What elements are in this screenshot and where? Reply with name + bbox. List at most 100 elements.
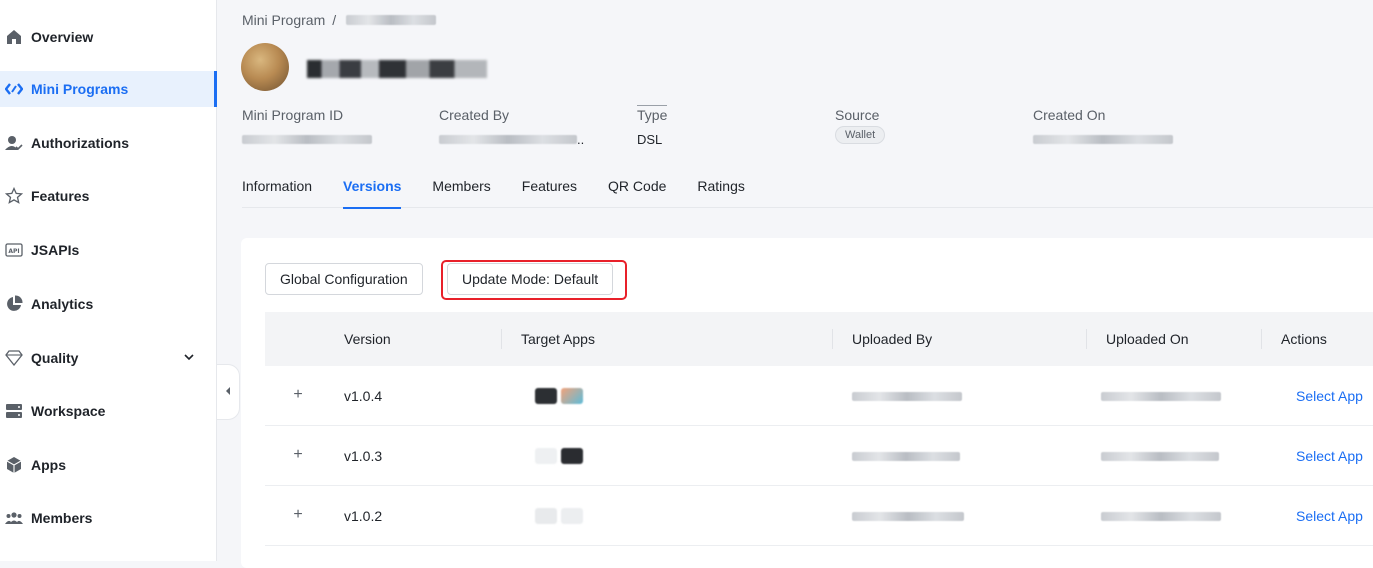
svg-text:API: API — [8, 248, 19, 255]
app-icon-redacted — [535, 388, 557, 404]
date-redacted — [1101, 391, 1221, 401]
tab-members[interactable]: Members — [432, 178, 490, 208]
target-apps-cell — [535, 426, 587, 486]
sidebar-item-jsapis[interactable]: API JSAPIs — [0, 232, 215, 268]
meta-source: Source Wallet — [835, 107, 886, 144]
meta-value: DSL — [637, 131, 663, 147]
sidebar-item-label: Workspace — [31, 403, 106, 419]
sidebar-item-label: Quality — [31, 350, 79, 366]
version-cell: v1.0.4 — [344, 388, 383, 404]
date-redacted — [1101, 451, 1219, 461]
sidebar-item-label: Authorizations — [31, 135, 129, 151]
app-name-redacted — [307, 60, 487, 78]
user-check-icon — [4, 133, 24, 153]
column-header-version: Version — [344, 331, 391, 347]
tab-information[interactable]: Information — [242, 178, 312, 208]
uploaded-on-cell — [1101, 426, 1219, 486]
app-icon-redacted — [535, 508, 557, 524]
meta-created-by: Created By .. — [439, 107, 584, 147]
meta-value-redacted — [242, 134, 372, 144]
sidebar-item-overview[interactable]: Overview — [0, 19, 215, 55]
select-app-link[interactable]: Select App — [1296, 426, 1363, 486]
meta-mini-program-id: Mini Program ID — [242, 107, 372, 147]
pie-chart-icon — [4, 294, 24, 314]
meta-value-ellipsis: .. — [577, 131, 585, 147]
meta-value-redacted — [1033, 134, 1173, 144]
global-configuration-button[interactable]: Global Configuration — [265, 263, 423, 295]
version-cell: v1.0.3 — [344, 448, 383, 464]
uploader-redacted — [852, 511, 964, 521]
expand-row-icon[interactable]: + — [291, 446, 305, 463]
expand-row-icon[interactable]: + — [291, 386, 305, 403]
date-redacted — [1101, 511, 1221, 521]
tab-ratings[interactable]: Ratings — [697, 178, 744, 208]
diamond-icon — [4, 348, 24, 368]
uploaded-by-cell — [852, 426, 960, 486]
sidebar-item-label: Features — [31, 188, 90, 204]
meta-type: Type DSL — [637, 105, 668, 147]
uploaded-on-cell — [1101, 366, 1221, 426]
app-icon-redacted — [561, 508, 583, 524]
column-header-target-apps: Target Apps — [501, 312, 595, 366]
breadcrumb: Mini Program / — [242, 12, 437, 28]
tab-bar: Information Versions Members Features QR… — [242, 178, 1373, 209]
tab-qr-code[interactable]: QR Code — [608, 178, 666, 208]
tab-features[interactable]: Features — [522, 178, 577, 208]
version-cell: v1.0.2 — [344, 508, 383, 524]
sidebar-item-quality[interactable]: Quality — [0, 340, 215, 376]
meta-label: Created On — [1033, 107, 1106, 123]
versions-table: Version Target Apps Uploaded By Uploaded… — [265, 312, 1373, 546]
app-icon-redacted — [561, 448, 583, 464]
target-apps-cell — [535, 366, 587, 426]
sidebar-item-apps[interactable]: Apps — [0, 447, 215, 483]
breadcrumb-root[interactable]: Mini Program — [242, 12, 325, 28]
table-row: + v1.0.3 Select App — [265, 426, 1373, 486]
sidebar-item-workspace[interactable]: Workspace — [0, 393, 215, 429]
code-icon — [4, 79, 24, 99]
column-header-uploaded-on: Uploaded On — [1086, 312, 1189, 366]
sidebar-item-authorizations[interactable]: Authorizations — [0, 125, 215, 161]
table-row: + v1.0.2 Select App — [265, 486, 1373, 546]
versions-card: Global Configuration Update Mode: Defaul… — [241, 238, 1373, 568]
cube-icon — [4, 455, 24, 475]
caret-left-icon — [224, 383, 232, 401]
source-tag: Wallet — [835, 126, 886, 144]
tab-versions[interactable]: Versions — [343, 178, 402, 209]
meta-value-redacted — [439, 134, 577, 144]
table-header: Version Target Apps Uploaded By Uploaded… — [265, 312, 1373, 366]
sidebar: Overview Mini Programs Authorizations Fe… — [0, 0, 217, 561]
column-header-actions: Actions — [1261, 312, 1327, 366]
server-icon — [4, 401, 24, 421]
select-app-link[interactable]: Select App — [1296, 486, 1363, 546]
sidebar-item-label: Apps — [31, 457, 66, 473]
column-header-uploaded-by: Uploaded By — [832, 312, 932, 366]
meta-label: Mini Program ID — [242, 107, 344, 123]
app-icon-redacted — [561, 388, 583, 404]
sidebar-item-label: Mini Programs — [31, 81, 129, 97]
sidebar-item-members[interactable]: Members — [0, 500, 215, 536]
highlight-box — [441, 260, 627, 300]
avatar — [241, 43, 289, 91]
sidebar-item-label: Overview — [31, 29, 94, 45]
sidebar-item-label: Analytics — [31, 296, 94, 312]
sidebar-item-label: JSAPIs — [31, 242, 80, 258]
app-icon-redacted — [535, 448, 557, 464]
sidebar-item-label: Members — [31, 510, 93, 526]
chevron-down-icon[interactable] — [183, 350, 195, 366]
meta-label: Source — [835, 107, 880, 123]
expand-row-icon[interactable]: + — [291, 506, 305, 523]
uploader-redacted — [852, 451, 960, 461]
sidebar-collapse-toggle[interactable] — [217, 364, 240, 420]
sidebar-item-analytics[interactable]: Analytics — [0, 286, 215, 322]
team-icon — [4, 508, 24, 528]
uploaded-on-cell — [1101, 486, 1221, 546]
meta-created-on: Created On — [1033, 107, 1173, 147]
select-app-link[interactable]: Select App — [1296, 366, 1363, 426]
star-icon — [4, 186, 24, 206]
uploaded-by-cell — [852, 366, 962, 426]
sidebar-item-features[interactable]: Features — [0, 178, 215, 214]
breadcrumb-current-redacted — [346, 15, 437, 25]
meta-label: Created By — [439, 107, 510, 123]
sidebar-item-mini-programs[interactable]: Mini Programs — [0, 71, 217, 107]
api-icon: API — [4, 240, 24, 260]
